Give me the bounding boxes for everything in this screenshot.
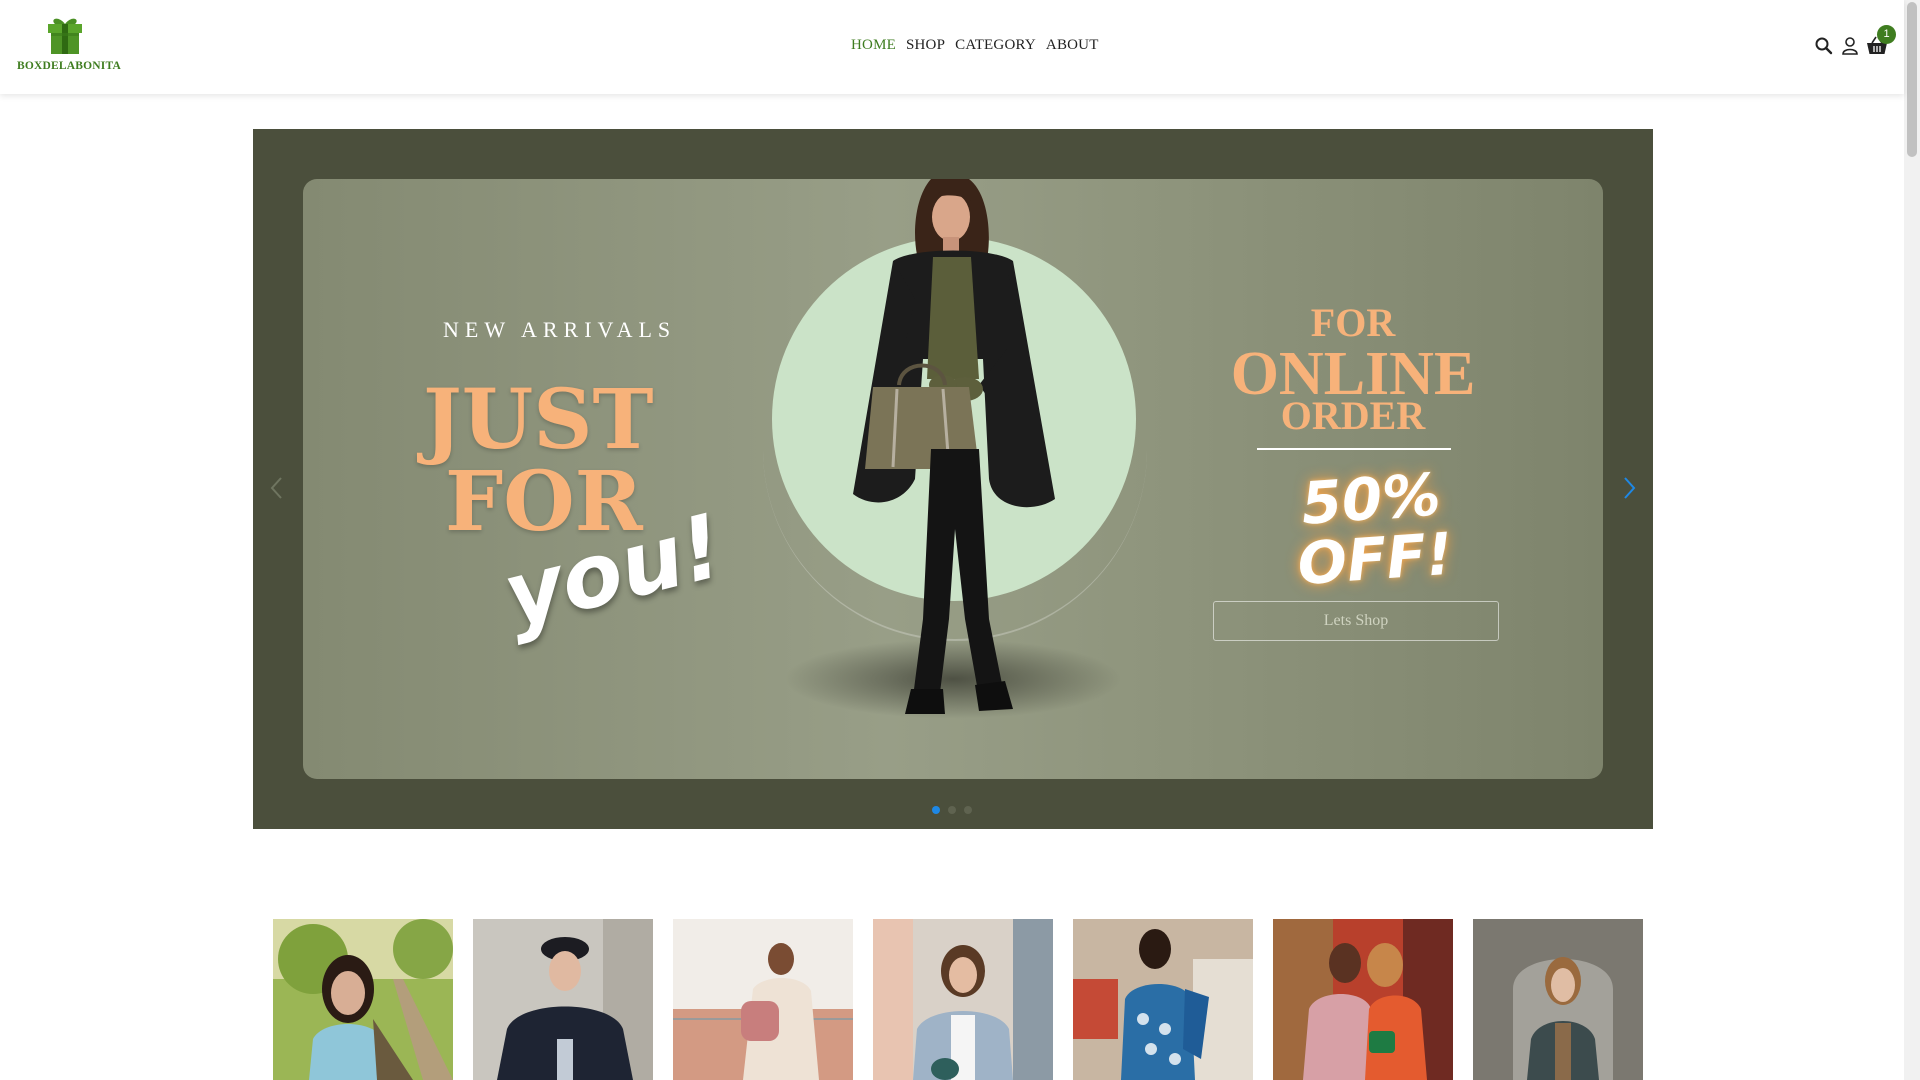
product-thumbnail-row bbox=[273, 919, 1643, 1080]
scrollbar-thumb[interactable] bbox=[1907, 2, 1917, 157]
nav-about[interactable]: ABOUT bbox=[1046, 37, 1099, 54]
user-icon[interactable] bbox=[1840, 36, 1860, 56]
carousel-dot-3[interactable] bbox=[964, 806, 972, 814]
promo-order: ORDER bbox=[1280, 393, 1426, 438]
logo[interactable]: BOXDELABONITA bbox=[14, 14, 124, 76]
hero-slide: NEW ARRIVALS JUST FOR you! FOR ONLINE OR… bbox=[303, 179, 1603, 779]
carousel-dot-1[interactable] bbox=[932, 806, 940, 814]
carousel-dot-2[interactable] bbox=[948, 806, 956, 814]
scrollbar-track[interactable] bbox=[1904, 0, 1920, 1080]
carousel-next-arrow[interactable] bbox=[1617, 474, 1641, 502]
headline-just: JUST bbox=[423, 372, 654, 468]
model-with-handbag-image bbox=[853, 179, 1055, 714]
thumbnail-couple-in-pink-and-floral[interactable] bbox=[1273, 919, 1453, 1080]
hero-carousel: NEW ARRIVALS JUST FOR you! FOR ONLINE OR… bbox=[253, 129, 1653, 829]
thumbnail-woman-with-tote-bag[interactable] bbox=[273, 919, 453, 1080]
chevron-right-icon bbox=[1624, 477, 1636, 499]
nav-category[interactable]: CATEGORY bbox=[955, 37, 1036, 54]
gift-box-icon bbox=[48, 18, 82, 54]
thumbnail-woman-with-pink-backpack[interactable] bbox=[673, 919, 853, 1080]
promo-discount: 50% OFF! bbox=[1279, 460, 1467, 599]
carousel-prev-arrow[interactable] bbox=[265, 474, 289, 502]
promo-discount-off: OFF! bbox=[1295, 519, 1455, 599]
nav-shop[interactable]: SHOP bbox=[906, 37, 945, 54]
nav-home[interactable]: HOME bbox=[851, 37, 896, 54]
thumbnail-woman-under-archway[interactable] bbox=[1473, 919, 1643, 1080]
new-arrivals-label: NEW ARRIVALS bbox=[443, 317, 677, 342]
brand-name: BOXDELABONITA bbox=[17, 60, 121, 72]
cart-count-badge: 1 bbox=[1877, 25, 1896, 44]
thumbnail-woman-in-navy-coat[interactable] bbox=[473, 919, 653, 1080]
chevron-left-icon bbox=[270, 477, 282, 499]
top-navbar: BOXDELABONITA HOME SHOP CATEGORY ABOUT 1 bbox=[0, 0, 1904, 94]
lets-shop-button[interactable]: Lets Shop bbox=[1213, 601, 1499, 641]
thumbnail-woman-in-grey-cardigan[interactable] bbox=[873, 919, 1053, 1080]
carousel-indicators bbox=[932, 806, 972, 814]
promo-divider bbox=[1257, 448, 1451, 450]
search-icon[interactable] bbox=[1814, 36, 1834, 56]
main-nav: HOME SHOP CATEGORY ABOUT bbox=[851, 37, 1109, 54]
thumbnail-woman-in-blue-patterned-dress[interactable] bbox=[1073, 919, 1253, 1080]
